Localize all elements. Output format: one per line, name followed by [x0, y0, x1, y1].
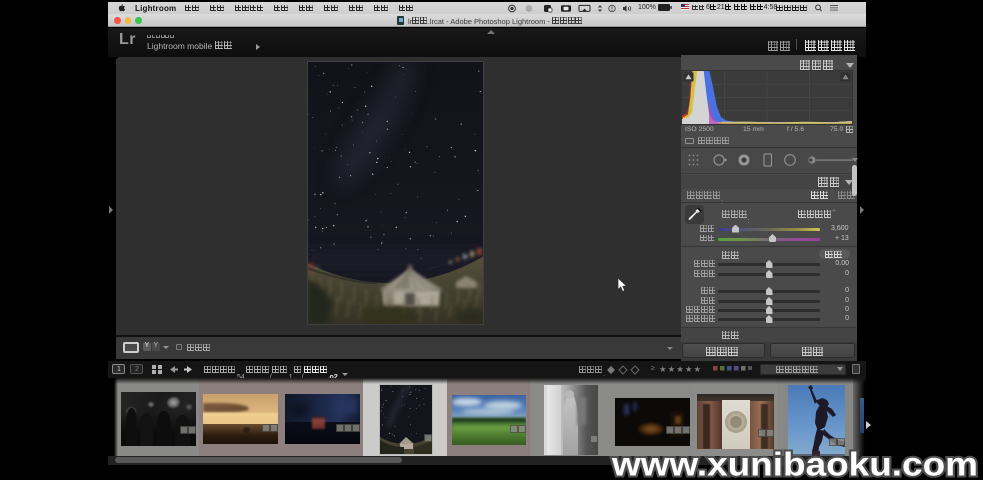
svg-text:www.xunibaoku.com: www.xunibaoku.com: [611, 448, 978, 480]
